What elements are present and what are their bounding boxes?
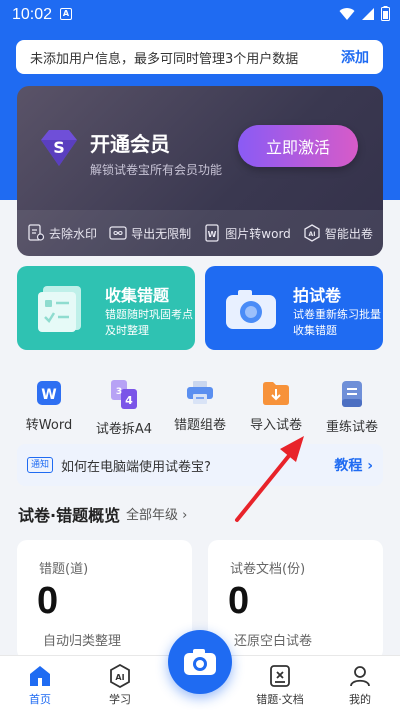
perk-label: 智能出卷 — [324, 226, 373, 241]
collect-mistakes-tile[interactable]: 收集错题 错题随时巩固考点及时整理 — [17, 266, 195, 350]
signal-icon — [362, 7, 374, 20]
tip-text: 如何在电脑端使用试卷宝? — [61, 459, 211, 475]
notification-a-icon: A — [60, 8, 72, 20]
nav-label: 首页 — [29, 693, 51, 706]
status-time: 10:02 — [12, 6, 53, 23]
word-doc-icon: W — [205, 224, 219, 242]
tile-title: 收集错题 — [105, 286, 170, 305]
split-a4-button[interactable]: 34 试卷拆A4 — [84, 380, 164, 437]
svg-text:3: 3 — [116, 387, 122, 397]
perk-label: 图片转word — [225, 226, 291, 241]
stat-label: 错题(道) — [39, 562, 89, 577]
tile-title: 拍试卷 — [293, 286, 342, 305]
camera-capture-button[interactable] — [168, 630, 232, 694]
nav-profile[interactable]: 我的 — [325, 664, 395, 707]
to-word-button[interactable]: W 转Word — [9, 380, 89, 433]
quick-label: 错题组卷 — [173, 418, 226, 433]
perk-unlimited-export[interactable]: 导出无限制 — [109, 224, 191, 242]
compose-mistakes-button[interactable]: 错题组卷 — [160, 380, 240, 433]
quick-label: 重练试卷 — [325, 420, 378, 435]
tutorial-link[interactable]: 教程 › — [334, 455, 373, 475]
stat-value: 0 — [37, 580, 59, 622]
papers-stat-card[interactable]: 试卷文档(份) 0 还原空白试卷 — [208, 540, 383, 660]
ai-study-icon: AI — [110, 664, 130, 688]
watermark-icon — [28, 224, 45, 241]
status-bar: 10:02 A — [0, 0, 400, 30]
svg-text:W: W — [41, 387, 56, 403]
svg-text:4: 4 — [125, 394, 133, 407]
split-a4-icon: 34 — [111, 380, 137, 409]
battery-icon — [381, 6, 390, 21]
notice-text: 未添加用户信息，最多可同时管理3个用户数据 — [30, 51, 299, 67]
collect-mistakes-icon — [38, 286, 81, 332]
import-paper-button[interactable]: 导入试卷 — [236, 380, 316, 433]
member-title: 开通会员 — [90, 132, 170, 156]
perk-label: 导出无限制 — [131, 226, 192, 241]
member-perks: 去除水印 导出无限制 W 图片转word AI 智能出卷 — [17, 210, 383, 256]
folder-import-icon — [263, 382, 289, 405]
grade-filter-dropdown[interactable]: 全部年级 › — [126, 504, 187, 523]
quick-label: 转Word — [25, 418, 73, 433]
activate-button[interactable]: 立即激活 — [238, 125, 358, 167]
scan-paper-tile[interactable]: 拍试卷 试卷重新练习批量收集错题 — [205, 266, 383, 350]
word-icon: W — [37, 381, 61, 405]
quick-label: 试卷拆A4 — [95, 422, 153, 437]
tutorial-tip-bar[interactable]: 通知 如何在电脑端使用试卷宝? 教程 › — [17, 444, 383, 486]
perk-label: 去除水印 — [49, 226, 98, 241]
quick-label: 导入试卷 — [249, 418, 302, 433]
perk-smart-paper[interactable]: AI 智能出卷 — [303, 224, 373, 242]
vip-gem-icon: S — [41, 130, 77, 166]
redo-paper-button[interactable]: 重练试卷 — [312, 380, 392, 435]
printer-icon — [187, 381, 213, 404]
quick-actions: W 转Word 34 试卷拆A4 错题组卷 导入试卷 重练试卷 — [0, 380, 400, 440]
mistakes-stat-card[interactable]: 错题(道) 0 自动归类整理 — [17, 540, 192, 660]
camera-icon — [184, 649, 216, 675]
stat-value: 0 — [228, 580, 250, 622]
svg-text:AI: AI — [115, 673, 124, 682]
nav-study[interactable]: AI 学习 — [85, 664, 155, 707]
overview-title: 试卷·错题概览 — [18, 506, 121, 525]
nav-home[interactable]: 首页 — [5, 664, 75, 707]
user-info-notice: 未添加用户信息，最多可同时管理3个用户数据 添加 — [16, 40, 383, 74]
ai-icon: AI — [304, 224, 320, 242]
svg-text:AI: AI — [308, 231, 315, 238]
member-subtitle: 解锁试卷宝所有会员功能 — [90, 163, 223, 177]
stat-description: 还原空白试卷 — [234, 634, 313, 649]
profile-icon — [350, 666, 370, 687]
svg-text:S: S — [53, 138, 65, 157]
status-icons — [339, 6, 390, 21]
nav-label: 我的 — [349, 693, 371, 706]
perk-remove-watermark[interactable]: 去除水印 — [27, 224, 97, 242]
camera-icon — [226, 290, 276, 329]
infinity-icon — [109, 226, 127, 240]
nav-label: 学习 — [109, 693, 131, 706]
svg-text:W: W — [208, 230, 217, 239]
nav-label: 错题·文档 — [256, 693, 304, 706]
wifi-icon — [339, 7, 355, 20]
mistake-doc-icon — [270, 665, 290, 687]
stat-label: 试卷文档(份) — [230, 562, 306, 577]
home-icon — [30, 666, 50, 686]
membership-card[interactable]: S 开通会员 解锁试卷宝所有会员功能 立即激活 去除水印 导出无限制 W 图片转… — [17, 86, 383, 256]
nav-mistakes-docs[interactable]: 错题·文档 — [245, 664, 315, 707]
redo-paper-icon — [342, 381, 362, 407]
tile-subtitle: 试卷重新练习批量收集错题 — [293, 308, 381, 337]
add-user-button[interactable]: 添加 — [341, 47, 369, 67]
tile-subtitle: 错题随时巩固考点及时整理 — [105, 308, 193, 337]
stat-description: 自动归类整理 — [43, 634, 122, 649]
perk-image-to-word[interactable]: W 图片转word — [203, 224, 291, 242]
notice-tag: 通知 — [27, 457, 54, 473]
